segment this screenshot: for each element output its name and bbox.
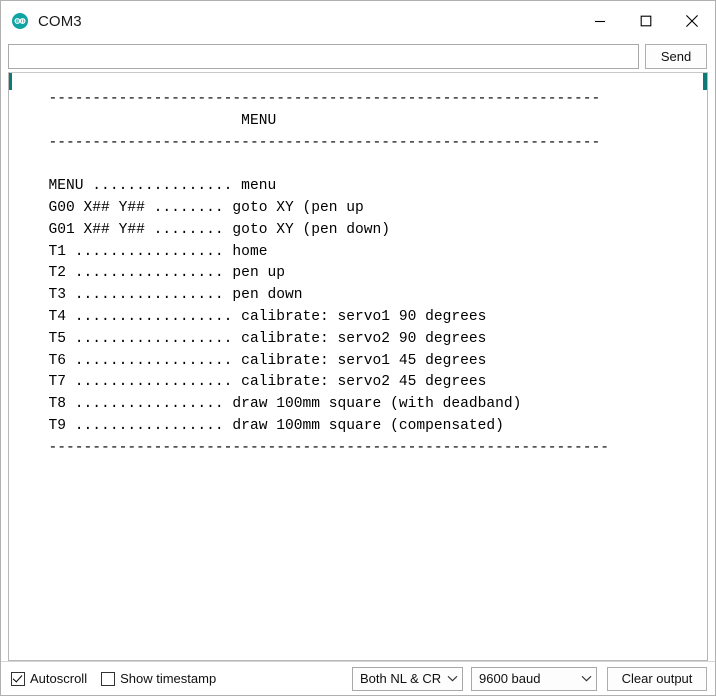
window-title: COM3 xyxy=(38,12,82,30)
line-ending-value: Both NL & CR xyxy=(360,671,442,686)
chevron-down-icon xyxy=(442,675,462,682)
chevron-down-icon xyxy=(576,675,596,682)
serial-monitor-window: COM3 Send ------------------------------… xyxy=(0,0,716,696)
show-timestamp-checkbox[interactable] xyxy=(101,671,116,686)
serial-command-input[interactable] xyxy=(8,44,639,69)
baud-rate-value: 9600 baud xyxy=(479,671,541,686)
vertical-scrollbar[interactable] xyxy=(703,73,707,90)
autoscroll-label: Autoscroll xyxy=(30,671,88,686)
send-row: Send xyxy=(1,41,715,72)
baud-rate-select[interactable]: 9600 baud xyxy=(471,666,597,691)
bottom-toolbar: Autoscroll Show timestamp Both NL & CR 9… xyxy=(1,661,715,695)
minimize-icon[interactable] xyxy=(577,1,623,41)
close-icon[interactable] xyxy=(669,1,715,41)
serial-output-text: ----------------------------------------… xyxy=(48,91,610,456)
scroll-accent-left xyxy=(9,73,12,90)
show-timestamp-checkbox-group[interactable]: Show timestamp xyxy=(101,671,216,686)
maximize-icon[interactable] xyxy=(623,1,669,41)
window-controls xyxy=(577,1,715,41)
line-ending-select[interactable]: Both NL & CR xyxy=(352,666,463,691)
autoscroll-checkbox[interactable] xyxy=(11,671,25,686)
autoscroll-checkbox-group[interactable]: Autoscroll xyxy=(11,671,87,686)
title-bar: COM3 xyxy=(1,1,715,41)
serial-output-console[interactable]: ----------------------------------------… xyxy=(8,72,708,661)
clear-output-button[interactable]: Clear output xyxy=(607,666,707,691)
arduino-infinity-icon xyxy=(12,13,28,29)
show-timestamp-label: Show timestamp xyxy=(120,671,217,686)
send-button[interactable]: Send xyxy=(645,44,707,69)
